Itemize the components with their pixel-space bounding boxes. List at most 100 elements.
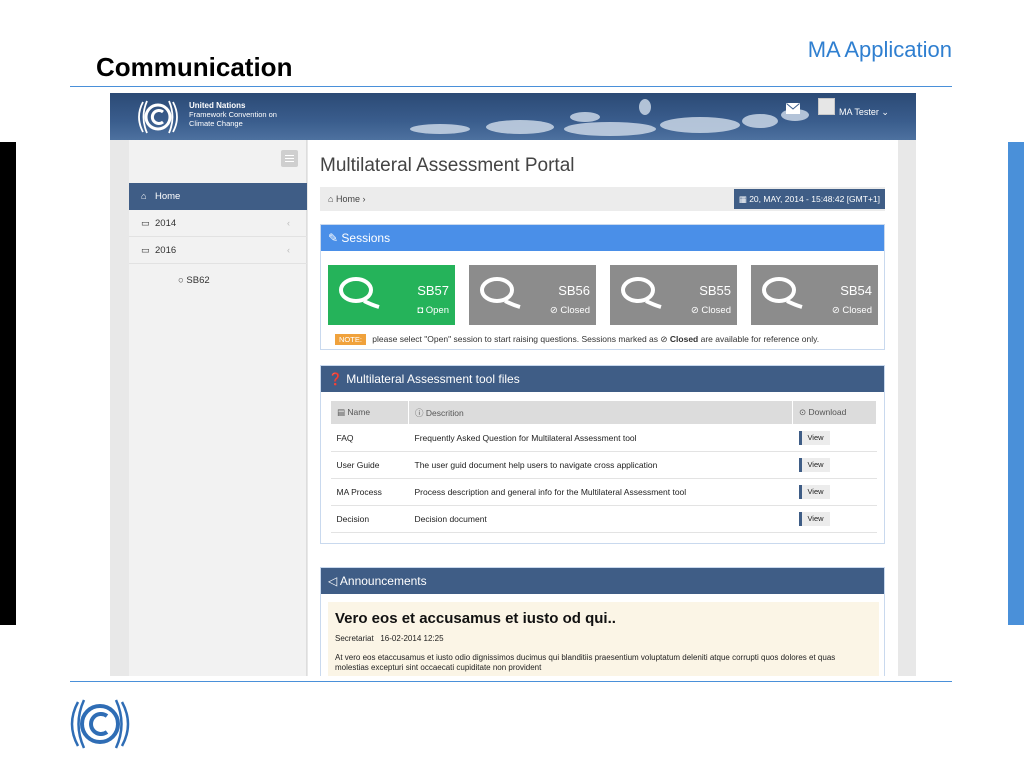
bottom-divider (70, 681, 952, 682)
note-text-before: please select "Open" session to start ra… (372, 334, 659, 344)
table-row: Decision Decision document View (330, 505, 877, 533)
column-header-description: ⓘ Descrition (408, 400, 793, 425)
chat-bubbles-icon (339, 277, 380, 309)
session-state-label: Closed (842, 305, 872, 316)
file-description: Frequently Asked Question for Multilater… (408, 424, 793, 452)
session-tile-sb57[interactable]: SB57 ◘ Open (328, 265, 455, 325)
eye-slash-icon: ⊘ (660, 334, 668, 344)
org-name-block: United Nations Framework Convention on C… (189, 101, 277, 128)
sidebar-subitem-label: SB62 (186, 275, 210, 286)
table-row: FAQ Frequently Asked Question for Multil… (330, 424, 877, 452)
file-name: User Guide (330, 451, 409, 479)
org-subtitle-line2: Climate Change (189, 119, 243, 128)
eye-slash-icon: ⊘ (690, 305, 699, 316)
sidebar: ⌂ Home ▭ 2014 ‹ ▭ 2016 ‹ ○ SB62 (129, 140, 307, 676)
unfccc-logo-icon (70, 699, 130, 749)
pin-icon: ✎ (328, 231, 339, 245)
session-tile-sb55[interactable]: SB55 ⊘ Closed (610, 265, 737, 325)
session-tile-sb56[interactable]: SB56 ⊘ Closed (469, 265, 596, 325)
chat-bubbles-icon (621, 277, 662, 309)
chevron-left-icon: ‹ (287, 245, 290, 255)
sidebar-subitem-sb62[interactable]: ○ SB62 (178, 275, 210, 286)
view-button[interactable]: View (798, 512, 830, 526)
chat-bubbles-icon (762, 277, 803, 309)
un-logo-icon (138, 100, 178, 134)
sidebar-item-2016[interactable]: ▭ 2016 ‹ (129, 237, 307, 264)
download-cell: View (792, 478, 877, 506)
slide-subtitle: MA Application (807, 37, 952, 62)
announcement-author: Secretariat (335, 634, 374, 643)
session-state: ⊘ Closed (550, 305, 590, 316)
sidebar-item-label: 2014 (155, 218, 177, 229)
session-tile-sb54[interactable]: SB54 ⊘ Closed (751, 265, 878, 325)
page-title: Multilateral Assessment Portal (320, 155, 575, 176)
session-state: ◘ Open (417, 305, 449, 316)
announcements-panel: ◁ Announcements Vero eos et accusamus et… (320, 567, 885, 676)
datetime-badge: ▦ 20, MAY, 2014 - 15:48:42 [GMT+1] (733, 189, 885, 209)
folder-icon: ▭ (141, 218, 150, 228)
announcement-date: 16-02-2014 12:25 (380, 634, 444, 643)
column-header-label: Download (808, 407, 847, 417)
org-name: United Nations (189, 101, 246, 110)
download-cell: View (792, 424, 877, 452)
announcements-heading: Announcements (339, 574, 427, 588)
view-button[interactable]: View (798, 485, 830, 499)
view-button[interactable]: View (798, 431, 830, 445)
left-accent-bar (0, 142, 16, 625)
chevron-left-icon: ‹ (287, 218, 290, 228)
column-header-label: Descrition (425, 407, 464, 418)
note-badge: NOTE: (335, 334, 366, 345)
user-name: MA Tester (839, 107, 879, 117)
download-icon: ⊙ (799, 407, 807, 417)
breadcrumb-home-link[interactable]: Home (336, 194, 360, 204)
file-name: FAQ (330, 424, 409, 452)
session-state-label: Open (425, 305, 449, 316)
table-row: MA Process Process description and gener… (330, 478, 877, 506)
column-header-label: Name (347, 407, 371, 417)
announcement-title[interactable]: Vero eos et accusamus et iusto od qui.. (335, 610, 616, 627)
file-description: Process description and general info for… (408, 478, 793, 506)
app-screenshot: United Nations Framework Convention on C… (110, 93, 916, 676)
main-content: Multilateral Assessment Portal ⌂ Home › … (308, 140, 898, 676)
view-button[interactable]: View (798, 458, 830, 472)
home-icon: ⌂ (328, 194, 334, 204)
home-icon: ⌂ (141, 191, 147, 201)
breadcrumb-separator: › (362, 194, 366, 204)
slide-title: Communication (96, 52, 293, 82)
breadcrumb: ⌂ Home › (328, 194, 365, 204)
sidebar-toggle-button[interactable] (281, 150, 298, 167)
sessions-heading: Sessions (341, 231, 391, 245)
sidebar-item-home[interactable]: ⌂ Home (129, 183, 307, 210)
download-cell: View (792, 451, 877, 479)
file-name: MA Process (330, 478, 409, 506)
files-heading: Multilateral Assessment tool files (346, 372, 520, 386)
announcement-body: At vero eos etaccusamus et iusto odio di… (335, 653, 836, 672)
info-icon: ⓘ (415, 407, 424, 418)
user-avatar[interactable] (818, 98, 835, 115)
folder-icon: ▭ (141, 245, 150, 255)
column-header-name: ▤ Name (330, 400, 409, 425)
sessions-panel: ✎ Sessions SB57 ◘ Open SB56 ⊘ Closed SB5… (320, 224, 885, 350)
note-text-bold: Closed (669, 334, 699, 344)
top-divider (70, 86, 952, 87)
announcements-panel-header: ◁ Announcements (321, 568, 884, 594)
session-code: SB54 (840, 283, 872, 298)
user-menu[interactable]: MA Tester ⌄ (839, 107, 889, 118)
note-text-after: are available for reference only. (700, 334, 820, 344)
session-tiles: SB57 ◘ Open SB56 ⊘ Closed SB55 ⊘ Closed … (328, 265, 880, 325)
sessions-panel-header: ✎ Sessions (321, 225, 884, 251)
calendar-icon: ▦ (738, 194, 747, 204)
sidebar-item-2014[interactable]: ▭ 2014 ‹ (129, 210, 307, 237)
sidebar-item-label: 2016 (155, 245, 177, 256)
files-panel-header: ❓ Multilateral Assessment tool files (321, 366, 884, 392)
announcement-item[interactable]: Vero eos et accusamus et iusto od qui.. … (328, 602, 879, 676)
file-name: Decision (330, 505, 409, 533)
circle-icon: ○ (178, 275, 184, 286)
session-code: SB56 (558, 283, 590, 298)
sessions-note: NOTE: please select "Open" session to st… (335, 334, 819, 345)
mail-icon[interactable] (786, 103, 800, 114)
table-header-row: ▤ Name ⓘ Descrition ⊙ Download (330, 400, 877, 425)
eye-slash-icon: ⊘ (549, 305, 558, 316)
session-state: ⊘ Closed (691, 305, 731, 316)
datetime-text: 20, MAY, 2014 - 15:48:42 [GMT+1] (749, 194, 880, 204)
